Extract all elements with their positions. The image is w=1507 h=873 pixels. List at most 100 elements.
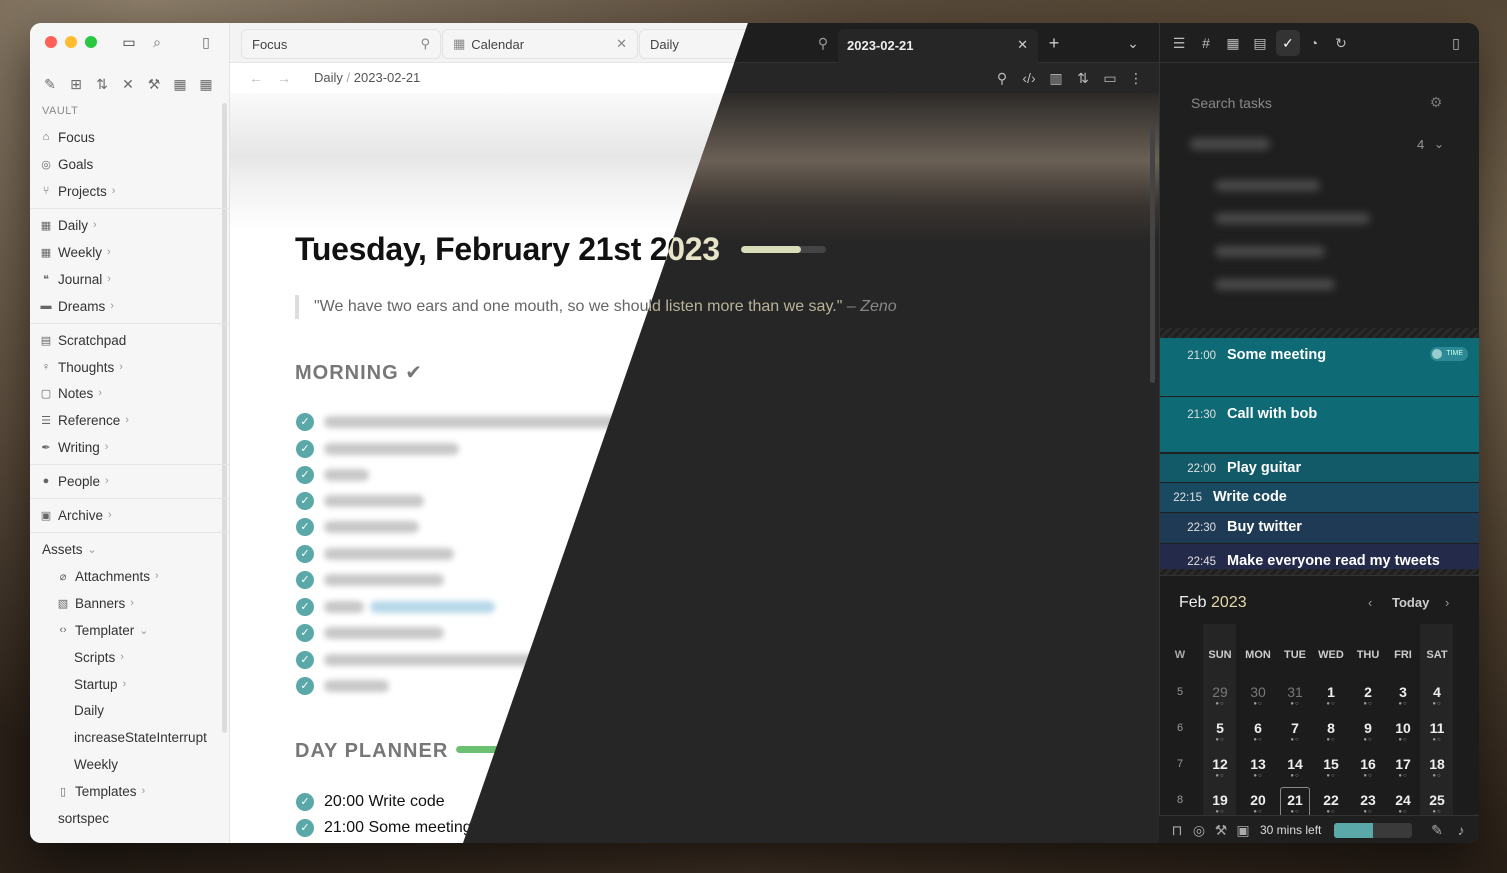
close-icon[interactable]: ✕ (616, 36, 627, 52)
calendar-day[interactable]: 31 (1280, 684, 1310, 700)
tab-2023-02-21[interactable]: 2023-02-21 ✕ (838, 29, 1038, 63)
sort-icon[interactable]: ⇅ (93, 75, 111, 93)
calendar-day[interactable]: 12 (1205, 756, 1235, 772)
sidebar-item-focus[interactable]: ⌂ Focus (38, 126, 95, 148)
wrench-icon[interactable]: ⚒ (145, 75, 163, 93)
sync-icon[interactable]: ↻ (1332, 34, 1350, 52)
pin-icon[interactable]: ⚲ (993, 69, 1011, 87)
calendar-day[interactable]: 9 (1353, 720, 1383, 736)
check-circle-icon[interactable]: ✓ (296, 793, 314, 811)
calendar-day[interactable]: 19 (1205, 792, 1235, 808)
sidebar-item-weekly[interactable]: ▦ Weekly › (38, 241, 111, 263)
calendar-day[interactable]: 25 (1422, 792, 1452, 808)
calendar-day[interactable]: 2 (1353, 684, 1383, 700)
chevron-left-icon[interactable]: ‹ (1368, 595, 1372, 610)
sidebar-item-scratchpad[interactable]: ▤ Scratchpad (38, 329, 127, 351)
task-item[interactable]: ✓ (296, 676, 389, 696)
sidebar-item-projects[interactable]: ⑂ Projects › (38, 180, 116, 202)
task-item[interactable]: ✓ (296, 544, 454, 564)
calendar-icon[interactable]: ▦ (171, 75, 189, 93)
breadcrumb-file[interactable]: 2023-02-21 (354, 70, 421, 85)
calendar-day[interactable]: 17 (1388, 756, 1418, 772)
calendar-day[interactable]: 24 (1388, 792, 1418, 808)
time-toggle[interactable]: TIME (1430, 347, 1468, 361)
target-icon[interactable]: ◎ (1190, 821, 1208, 839)
sidebar-item-writing[interactable]: ✒ Writing › (38, 436, 108, 458)
timeline-block[interactable]: 22:45 Make everyone read my tweets (1160, 544, 1479, 569)
sidebar-scrollbar[interactable] (222, 103, 227, 733)
collapse-icon[interactable]: ✕ (119, 75, 137, 93)
sidebar-item-notes[interactable]: ▢ Notes › (38, 382, 102, 404)
tab-calendar[interactable]: ▦ Calendar ✕ (442, 29, 638, 59)
search-tasks-input[interactable]: Search tasks (1191, 95, 1272, 111)
calendar-day[interactable]: 20 (1243, 792, 1273, 808)
new-tab-icon[interactable]: + (1045, 34, 1063, 52)
table-icon[interactable]: ▦ (1224, 34, 1242, 52)
timeline-block[interactable]: 21:30 Call with bob (1160, 397, 1479, 452)
calendar-day[interactable]: 15 (1316, 756, 1346, 772)
new-note-icon[interactable]: ✎ (41, 75, 59, 93)
task-item[interactable]: ✓ (296, 412, 649, 432)
maximize-window-button[interactable] (85, 36, 97, 48)
calendar-day[interactable]: 8 (1316, 720, 1346, 736)
calendar-day[interactable]: 22 (1316, 792, 1346, 808)
chevron-down-icon[interactable]: ⌄ (1434, 137, 1444, 151)
check-circle-icon[interactable]: ✓ (296, 651, 314, 669)
pin-icon[interactable]: ⚲ (814, 34, 832, 52)
task-item[interactable]: ✓ (296, 439, 459, 459)
minimize-window-button[interactable] (65, 36, 77, 48)
sidebar-item-goals[interactable]: ◎ Goals (38, 153, 93, 175)
timeline-block[interactable]: 22:30 Buy twitter (1160, 513, 1479, 543)
clock-icon[interactable]: ◔ (1305, 34, 1323, 52)
trash-icon[interactable]: ▥ (1047, 69, 1065, 87)
week-number[interactable]: 6 (1174, 722, 1186, 734)
calendar-day[interactable]: 11 (1422, 720, 1452, 736)
sidebar-item-daily[interactable]: ▦ Daily › (38, 214, 97, 236)
pin-icon[interactable]: ⚲ (420, 36, 430, 52)
calendar-day[interactable]: 23 (1353, 792, 1383, 808)
calendar-day[interactable]: 16 (1353, 756, 1383, 772)
sidebar-item-attachments[interactable]: ⌀ Attachments › (55, 565, 159, 587)
check-circle-icon[interactable]: ✓ (296, 492, 314, 510)
wrench-icon[interactable]: ⚒ (1212, 821, 1230, 839)
calendar-day[interactable]: 18 (1422, 756, 1452, 772)
timeline-block[interactable]: 22:15 Write code (1160, 483, 1479, 512)
task-item[interactable]: ✓ (296, 570, 444, 590)
calendar-day[interactable]: 7 (1280, 720, 1310, 736)
list-icon[interactable]: ☰ (1170, 34, 1188, 52)
check-circle-icon[interactable]: ✓ (296, 545, 314, 563)
task-item[interactable]: ✓ (296, 465, 369, 485)
check-circle-icon[interactable]: ✓ (296, 571, 314, 589)
sidebar-item-dreams[interactable]: ▬ Dreams › (38, 295, 114, 317)
calendar-day[interactable]: 4 (1422, 684, 1452, 700)
calendar-day[interactable]: 5 (1205, 720, 1235, 736)
sidebar-item-sortspec[interactable]: sortspec (58, 807, 109, 829)
timeline-block[interactable]: 21:00 Some meeting TIME (1160, 338, 1479, 396)
calendar-day[interactable]: 13 (1243, 756, 1273, 772)
calendar-day[interactable]: 1 (1316, 684, 1346, 700)
folder-icon[interactable]: ▭ (120, 33, 138, 51)
back-arrow-icon[interactable]: ← (247, 69, 265, 87)
week-number[interactable]: 5 (1174, 686, 1186, 698)
check-circle-icon[interactable]: ✓ (296, 819, 314, 837)
reading-view-icon[interactable]: ▭ (1101, 69, 1119, 87)
calendar-day[interactable]: 3 (1388, 684, 1418, 700)
check-circle-icon[interactable]: ✓ (296, 413, 314, 431)
task-item[interactable]: ✓ (296, 623, 444, 643)
sidebar-item-scripts[interactable]: Scripts › (74, 646, 124, 668)
calendar-day[interactable]: 10 (1388, 720, 1418, 736)
hashtag-icon[interactable]: # (1197, 34, 1215, 52)
forward-arrow-icon[interactable]: → (275, 69, 293, 87)
planner-task[interactable]: ✓ 20:00 Write code (296, 792, 445, 812)
search-icon[interactable]: ⌕ (148, 33, 166, 51)
settings-gear-icon[interactable]: ⚙ (1427, 93, 1445, 111)
tab-focus[interactable]: Focus ⚲ (241, 29, 441, 59)
trash-icon[interactable]: ⊓ (1168, 821, 1186, 839)
sidebar-item-journal[interactable]: ❝ Journal › (38, 268, 111, 290)
sidebar-item-reference[interactable]: ☰ Reference › (38, 409, 129, 431)
new-folder-icon[interactable]: ⊞ (67, 75, 85, 93)
editor-scrollbar[interactable] (1150, 123, 1155, 383)
planner-task[interactable]: ✓ 21:00 Some meeting (296, 818, 472, 838)
notification-bell-icon[interactable]: ♪ (1452, 821, 1470, 839)
calendar-day[interactable]: 29 (1205, 684, 1235, 700)
